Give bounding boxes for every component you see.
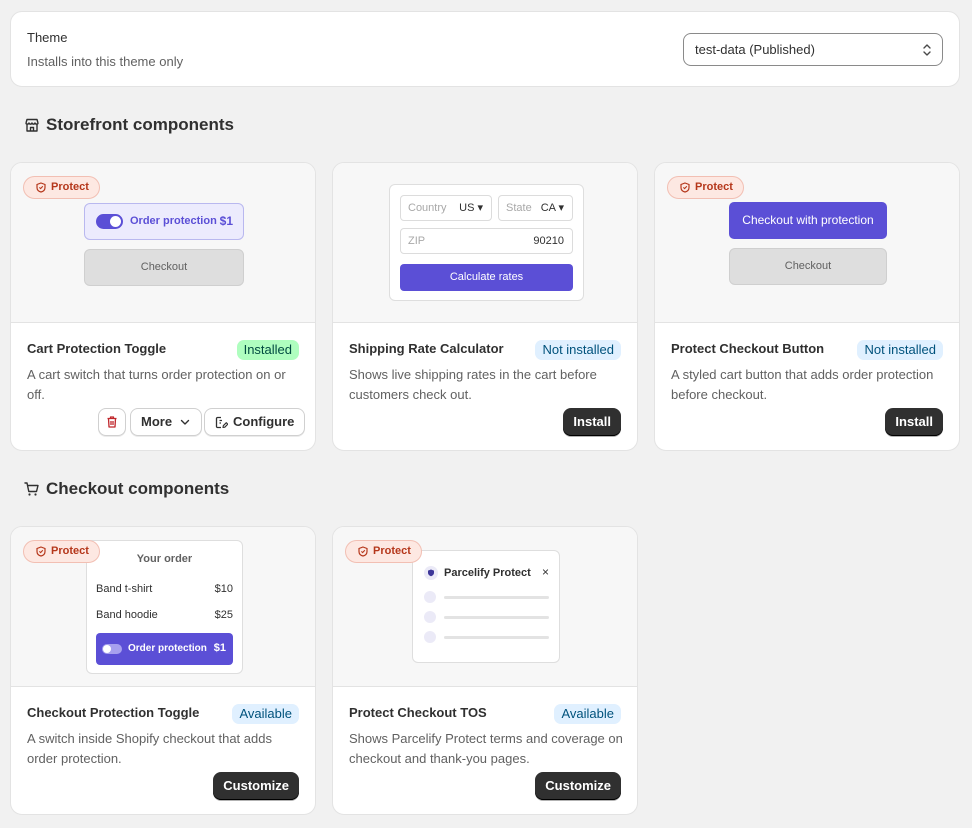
order-title: Your order: [136, 553, 193, 565]
protect-tag-label: Protect: [695, 181, 733, 193]
component-card-protect-checkout-button: Protect Checkout with protection Checkou…: [654, 162, 960, 451]
checkout-preview-button: Checkout: [84, 249, 244, 286]
card-title: Checkout Protection Toggle: [27, 705, 200, 720]
trash-icon: [107, 416, 117, 428]
order-item-price: $25: [214, 609, 233, 621]
shield-icon: [424, 566, 438, 580]
country-label: Country: [408, 202, 447, 214]
configure-button-label: Configure: [233, 414, 295, 429]
calculate-rates-preview-button: Calculate rates: [400, 264, 573, 291]
shield-icon: [36, 182, 46, 193]
card-description: Shows Parcelify Protect terms and covera…: [349, 731, 623, 766]
configure-button[interactable]: Configure: [204, 408, 306, 436]
order-protection-row: Order protection $1: [96, 633, 233, 665]
component-card-protect-checkout-tos: Parcelify Protect × Protect Protect Chec…: [332, 526, 638, 815]
toggle-switch-off: [102, 644, 122, 654]
status-badge: Available: [554, 704, 621, 724]
country-value: US ▾: [459, 202, 483, 214]
customize-button[interactable]: Customize: [213, 772, 299, 800]
protect-tag-label: Protect: [373, 545, 411, 557]
checkout-with-protection-preview: Checkout with protection: [729, 202, 887, 239]
status-badge: Installed: [236, 340, 299, 360]
configure-icon: [215, 416, 228, 428]
theme-select[interactable]: test-data (Published): [683, 33, 943, 66]
order-protection-label: Order protection: [130, 215, 217, 227]
order-item: Band t-shirt $10: [96, 583, 233, 595]
chevron-down-icon: [180, 419, 190, 425]
protect-tag-label: Protect: [51, 545, 89, 557]
order-summary-preview: Your order Band t-shirt $10 Band hoodie …: [86, 540, 243, 674]
component-card-cart-protection-toggle: Protect Order protection $1 Checkout Car…: [10, 162, 316, 451]
storefront-heading: Storefront components: [24, 115, 234, 135]
protect-tag: Protect: [23, 176, 100, 199]
cart-icon: [24, 482, 39, 496]
tos-preview: Parcelify Protect ×: [412, 550, 560, 663]
tos-title: Parcelify Protect: [444, 567, 531, 579]
checkout-preview-button: Checkout: [729, 248, 887, 285]
toggle-switch-on: [96, 214, 123, 229]
install-button[interactable]: Install: [885, 408, 943, 436]
tos-placeholder-line: [424, 631, 550, 643]
tos-placeholder-line: [424, 611, 550, 623]
zip-label: ZIP: [408, 235, 426, 247]
storefront-heading-text: Storefront components: [46, 115, 234, 134]
component-card-checkout-protection-toggle: Your order Band t-shirt $10 Band hoodie …: [10, 526, 316, 815]
order-item-price: $10: [214, 583, 233, 595]
order-protection-label: Order protection: [128, 643, 207, 654]
card-title: Protect Checkout Button: [671, 341, 825, 356]
order-protection-price: $1: [219, 214, 233, 228]
store-icon: [25, 118, 39, 132]
select-chevron-icon: [923, 44, 931, 56]
tos-header: Parcelify Protect: [424, 566, 531, 580]
theme-card: Theme Installs into this theme only test…: [10, 11, 960, 87]
status-badge: Available: [232, 704, 299, 724]
status-badge: Not installed: [857, 340, 943, 360]
state-value: CA ▾: [540, 202, 564, 214]
status-badge: Not installed: [535, 340, 621, 360]
theme-subtitle: Installs into this theme only: [27, 54, 184, 69]
install-button[interactable]: Install: [563, 408, 621, 436]
tos-placeholder-line: [424, 591, 550, 603]
order-protection-price: $1: [213, 642, 226, 654]
customize-button[interactable]: Customize: [535, 772, 621, 800]
card-preview: Parcelify Protect × Protect: [333, 527, 637, 687]
card-description: A styled cart button that adds order pro…: [671, 367, 934, 402]
card-preview: Protect Order protection $1 Checkout: [11, 163, 315, 323]
protect-tag: Protect: [667, 176, 744, 199]
protect-tag: Protect: [345, 540, 422, 563]
protect-tag: Protect: [23, 540, 100, 563]
shield-icon: [680, 182, 690, 193]
zip-value: 90210: [533, 235, 564, 247]
card-description: A switch inside Shopify checkout that ad…: [27, 731, 272, 766]
order-item-name: Band t-shirt: [96, 583, 153, 595]
card-title: Cart Protection Toggle: [27, 341, 167, 356]
checkout-heading: Checkout components: [24, 479, 229, 499]
close-icon: ×: [541, 565, 549, 579]
order-protection-row: Order protection $1: [84, 203, 244, 240]
card-title: Shipping Rate Calculator: [349, 341, 504, 356]
card-title: Protect Checkout TOS: [349, 705, 487, 720]
protect-tag-label: Protect: [51, 181, 89, 193]
country-field: Country US ▾: [400, 195, 492, 221]
more-button[interactable]: More: [130, 408, 203, 436]
state-field: State CA ▾: [498, 195, 573, 221]
order-item: Band hoodie $25: [96, 609, 233, 621]
zip-field: ZIP 90210: [400, 228, 573, 254]
state-label: State: [506, 202, 532, 214]
card-description: A cart switch that turns order protectio…: [27, 367, 286, 402]
delete-button[interactable]: [98, 408, 126, 436]
checkout-heading-text: Checkout components: [46, 479, 230, 498]
card-preview: Protect Checkout with protection Checkou…: [655, 163, 959, 323]
theme-select-value: test-data (Published): [695, 42, 815, 57]
card-preview: Country US ▾ State CA ▾ ZIP 90210 Calcul…: [333, 163, 637, 323]
order-item-name: Band hoodie: [96, 609, 158, 621]
more-button-label: More: [141, 414, 173, 429]
shield-icon: [36, 546, 46, 557]
shipping-calculator-preview: Country US ▾ State CA ▾ ZIP 90210 Calcul…: [389, 184, 584, 301]
component-card-shipping-rate-calculator: Country US ▾ State CA ▾ ZIP 90210 Calcul…: [332, 162, 638, 451]
theme-title: Theme: [27, 30, 68, 45]
card-preview: Your order Band t-shirt $10 Band hoodie …: [11, 527, 315, 687]
card-description: Shows live shipping rates in the cart be…: [349, 367, 597, 402]
shield-icon: [358, 546, 368, 557]
